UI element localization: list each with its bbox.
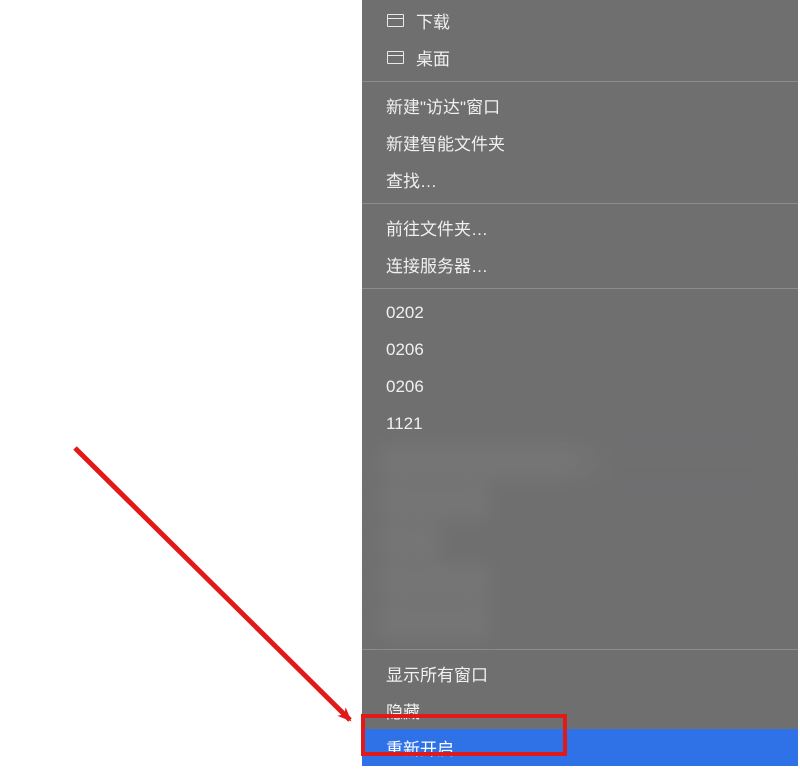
menu-separator <box>362 649 798 650</box>
menu-item-recent-0206[interactable]: 0206 <box>362 331 798 368</box>
menu-item-label: 显示所有窗口 <box>386 661 488 686</box>
menu-item-label: 隐藏 <box>386 698 420 723</box>
menu-item-label: 新建"访达"窗口 <box>386 93 500 118</box>
menu-item-label: 0202 <box>386 303 424 323</box>
menu-item-label: 0206 <box>386 377 424 397</box>
menu-item-recent-0202[interactable]: 0202 <box>362 294 798 331</box>
menu-item-label: 下载 <box>416 8 450 33</box>
menu-item-recent-1121[interactable]: 1121 <box>362 405 798 442</box>
menu-item-new-smart-folder[interactable]: 新建智能文件夹 <box>362 124 798 161</box>
window-icon <box>386 50 405 65</box>
menu-separator <box>362 288 798 289</box>
menu-item-recent-0206-2[interactable]: 0206 <box>362 368 798 405</box>
menu-separator <box>362 81 798 82</box>
menu-item-label: 前往文件夹… <box>386 215 488 240</box>
menu-item-label: 1121 <box>386 414 423 434</box>
menu-item-downloads[interactable]: 下载 <box>362 2 798 39</box>
finder-dock-context-menu[interactable]: 下载 桌面 新建"访达"窗口 新建智能文件夹 查找… 前往文件夹… 连接服务器…… <box>362 0 798 766</box>
menu-item-label: 新建智能文件夹 <box>386 130 505 155</box>
menu-item-relaunch[interactable]: 重新开启 <box>362 729 798 766</box>
menu-item-label: 连接服务器… <box>386 252 488 277</box>
menu-item-label: 重新开启 <box>386 735 454 760</box>
menu-item-label: 0206 <box>386 340 424 360</box>
menu-item-goto-folder[interactable]: 前往文件夹… <box>362 209 798 246</box>
menu-item-connect-server[interactable]: 连接服务器… <box>362 246 798 283</box>
menu-item-find[interactable]: 查找… <box>362 161 798 198</box>
redacted-recent-items <box>362 442 798 644</box>
menu-item-label: 查找… <box>386 167 437 192</box>
menu-item-hide[interactable]: 隐藏 <box>362 692 798 729</box>
menu-item-show-all-windows[interactable]: 显示所有窗口 <box>362 655 798 692</box>
menu-separator <box>362 203 798 204</box>
window-icon <box>386 13 405 28</box>
menu-item-desktop[interactable]: 桌面 <box>362 39 798 76</box>
menu-item-label: 桌面 <box>416 45 450 70</box>
menu-item-new-finder-window[interactable]: 新建"访达"窗口 <box>362 87 798 124</box>
